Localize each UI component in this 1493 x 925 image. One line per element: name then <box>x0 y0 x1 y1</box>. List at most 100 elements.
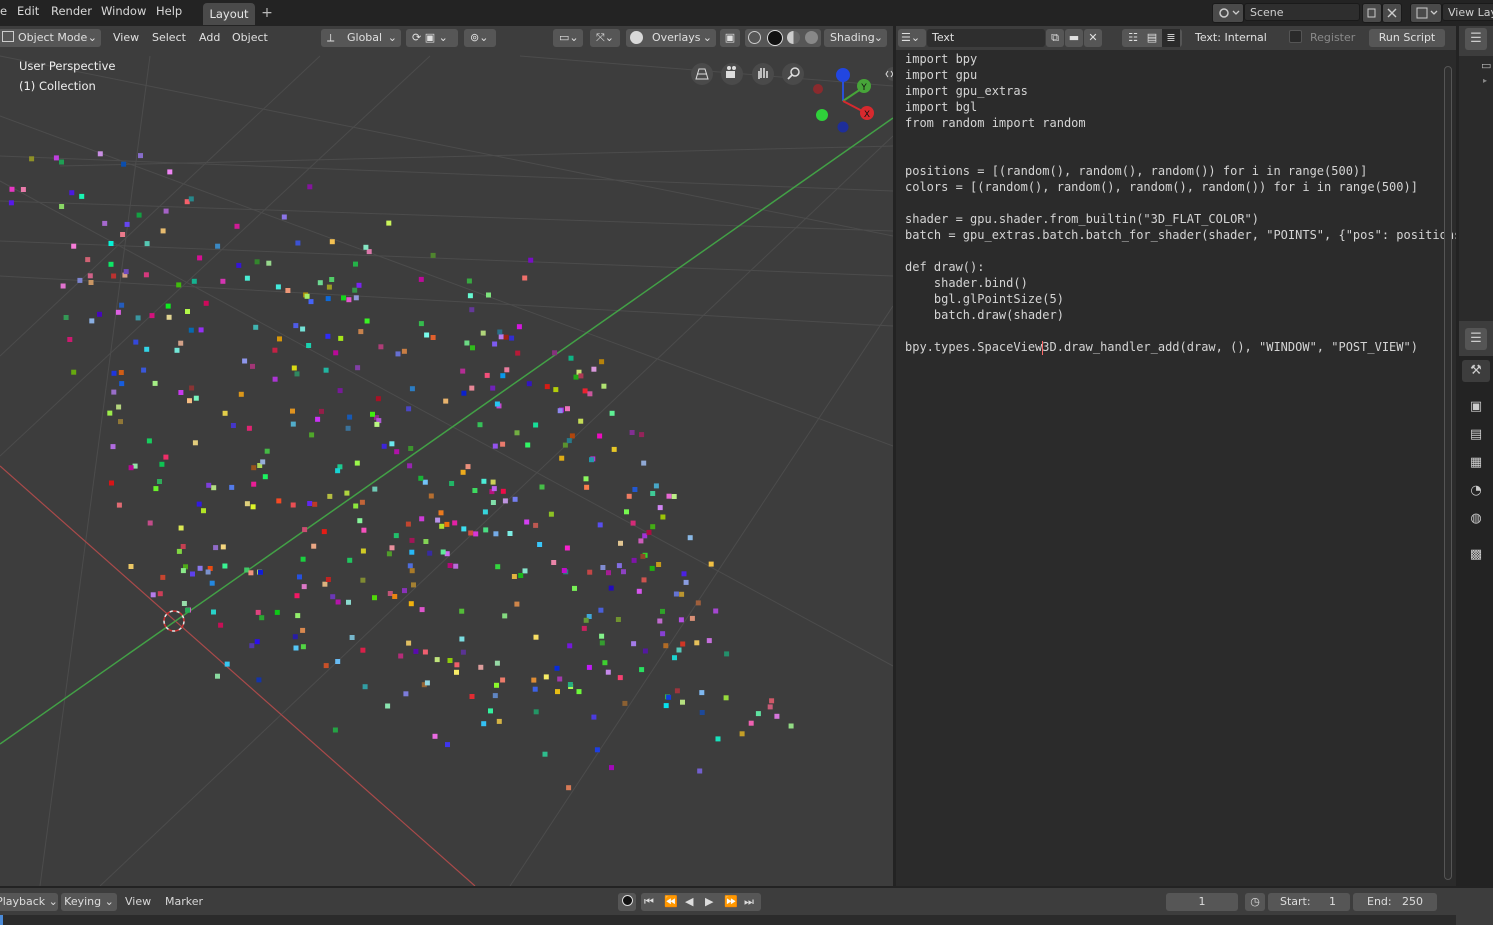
menu-file-partial[interactable]: e <box>0 4 7 18</box>
expand-arrow-icon[interactable]: ▸ <box>1483 76 1487 85</box>
proportional-edit-button[interactable]: ⊚⌄ <box>464 29 496 47</box>
view-object-types-button[interactable]: ▭⌄ <box>553 29 583 47</box>
new-scene-button[interactable] <box>1362 3 1382 23</box>
add-workspace-button[interactable]: + <box>258 4 276 22</box>
world-tab-icon[interactable]: ◍ <box>1465 508 1487 530</box>
text-datablock-field[interactable]: Text <box>927 29 1045 47</box>
gizmo-neg-y-icon[interactable] <box>816 109 828 121</box>
next-keyframe-icon[interactable]: ⏩ <box>724 893 738 911</box>
outliner-type-icon[interactable]: ☰ <box>1465 28 1487 50</box>
shading-mode-buttons[interactable] <box>745 29 821 47</box>
viewport-canvas[interactable]: Y X <box>0 26 893 886</box>
timeline-marker-menu[interactable]: Marker <box>165 893 203 911</box>
render-tab-icon[interactable]: ▣ <box>1465 396 1487 418</box>
grid-toggle-icon[interactable] <box>691 63 713 85</box>
run-script-button[interactable]: Run Script <box>1369 29 1445 47</box>
overlays-dropdown[interactable]: Overlays ⌄ <box>626 29 716 47</box>
play-reverse-icon[interactable]: ◀ <box>685 893 693 911</box>
solid-shading-icon[interactable] <box>767 30 783 46</box>
code-line[interactable]: import bpy <box>905 52 977 66</box>
navigation-gizmo[interactable]: Y X <box>813 68 874 133</box>
object-mode-dropdown[interactable]: Object Mode ⌄ <box>0 29 101 47</box>
play-icon[interactable]: ▶ <box>705 893 713 911</box>
prev-keyframe-icon[interactable]: ⏪ <box>664 893 678 911</box>
output-tab-icon[interactable]: ▤ <box>1465 424 1487 446</box>
camera-icon[interactable] <box>721 63 743 85</box>
new-text-button[interactable]: ⧉ <box>1046 29 1064 47</box>
code-line[interactable]: shader.bind() <box>905 276 1028 290</box>
playback-dropdown[interactable]: Playback ⌄ <box>0 893 58 911</box>
code-line[interactable]: bgl.glPointSize(5) <box>905 292 1064 306</box>
scene-tab-icon[interactable]: ◔ <box>1465 480 1487 502</box>
view-menu[interactable]: View <box>107 29 145 47</box>
open-text-button[interactable]: ▬ <box>1065 29 1083 47</box>
pan-hand-icon[interactable] <box>752 63 774 85</box>
code-scrollbar[interactable] <box>1444 66 1452 880</box>
current-frame-field[interactable]: 1 <box>1166 893 1238 911</box>
code-line[interactable]: from random import random <box>905 116 1086 130</box>
gizmo-z-icon[interactable] <box>836 68 850 82</box>
timeline-view-menu[interactable]: View <box>125 893 151 911</box>
view-layer-tab-icon[interactable]: ▦ <box>1465 452 1487 474</box>
code-line[interactable]: import bgl <box>905 100 977 114</box>
add-menu[interactable]: Add <box>193 29 226 47</box>
outliner-item-icon[interactable]: ▭ <box>1481 59 1491 72</box>
start-frame-field[interactable]: Start: 1 <box>1268 893 1350 911</box>
record-button[interactable] <box>618 893 636 911</box>
collapse-toolbar-icon[interactable] <box>885 67 893 81</box>
code-line[interactable]: positions = [(random(), random(), random… <box>905 164 1367 178</box>
wireframe-shading-icon[interactable] <box>748 31 761 44</box>
select-menu[interactable]: Select <box>146 29 192 47</box>
gizmo-neg-x-icon[interactable] <box>813 84 823 94</box>
jump-end-icon[interactable]: ⏭ <box>744 893 754 911</box>
end-value: 250 <box>1402 895 1423 908</box>
view-layer-name-field[interactable]: View Lay <box>1442 3 1493 21</box>
menu-edit[interactable]: Edit <box>17 4 39 18</box>
menu-help[interactable]: Help <box>156 4 182 18</box>
tab-layout[interactable]: Layout <box>203 3 255 25</box>
playhead[interactable] <box>0 915 3 925</box>
timeline-track[interactable] <box>0 915 1456 925</box>
tool-tab-icon[interactable]: ⚒ <box>1462 360 1490 382</box>
preview-range-button[interactable]: ◷ <box>1245 893 1265 911</box>
scene-name-field[interactable]: Scene <box>1244 3 1360 21</box>
keying-dropdown[interactable]: Keying ⌄ <box>61 893 117 911</box>
menu-render[interactable]: Render <box>51 4 92 18</box>
delete-scene-button[interactable] <box>1382 3 1402 23</box>
view-layer-selector-button[interactable] <box>1410 3 1442 23</box>
3d-viewport[interactable]: Y X Object Mode ⌄ View Select Add Object … <box>0 26 893 886</box>
syntax-highlight-icon[interactable]: ≣ <box>1162 29 1180 47</box>
jump-start-icon[interactable]: ⏮ <box>644 893 654 911</box>
transform-orientation-dropdown[interactable]: ⟂ Global ⌄ <box>321 29 401 47</box>
properties-type-icon[interactable]: ☰ <box>1465 328 1487 350</box>
display-toggles[interactable]: ☷ ▤ ≣ <box>1122 29 1182 47</box>
code-line[interactable]: def draw(): <box>905 260 984 274</box>
editor-type-dropdown[interactable]: ☰⌄ <box>898 29 926 47</box>
material-shading-icon[interactable] <box>787 31 800 44</box>
end-frame-field[interactable]: End: 250 <box>1353 893 1437 911</box>
code-line[interactable]: shader = gpu.shader.from_builtin("3D_FLA… <box>905 212 1259 226</box>
word-wrap-icon[interactable]: ▤ <box>1143 29 1161 47</box>
shading-dropdown[interactable]: Shading ⌄ <box>824 29 887 47</box>
code-line[interactable]: batch.draw(shader) <box>905 308 1064 322</box>
code-line[interactable]: bpy.types.SpaceView3D.draw_handler_add(d… <box>905 340 1418 354</box>
code-line[interactable]: import gpu <box>905 68 977 82</box>
pivot-snap-buttons[interactable]: ⟳ ▣ ⌄ <box>406 29 458 47</box>
zoom-icon[interactable] <box>782 63 804 85</box>
text-editor[interactable]: ☰⌄ Text ⧉ ▬ ✕ ☷ ▤ ≣ Text: Internal Regis… <box>896 26 1456 886</box>
menu-window[interactable]: Window <box>101 4 146 18</box>
rendered-shading-icon[interactable] <box>805 31 818 44</box>
line-numbers-icon[interactable]: ☷ <box>1124 29 1142 47</box>
code-line[interactable]: import gpu_extras <box>905 84 1028 98</box>
code-line[interactable]: batch = gpu_extras.batch.batch_for_shade… <box>905 228 1456 242</box>
register-checkbox[interactable]: Register <box>1289 29 1361 47</box>
scene-selector-button[interactable] <box>1212 3 1244 23</box>
object-menu[interactable]: Object <box>226 29 274 47</box>
outliner-area[interactable]: ▭ ▸ <box>1459 56 1493 321</box>
texture-tab-icon[interactable]: ▩ <box>1465 544 1487 566</box>
gizmo-neg-z-icon[interactable] <box>837 121 849 133</box>
gizmos-toggle-button[interactable]: ⤧⌄ <box>590 29 620 47</box>
xray-toggle-button[interactable]: ▣ <box>720 29 740 47</box>
code-line[interactable]: colors = [(random(), random(), random(),… <box>905 180 1418 194</box>
unlink-text-button[interactable]: ✕ <box>1084 29 1102 47</box>
